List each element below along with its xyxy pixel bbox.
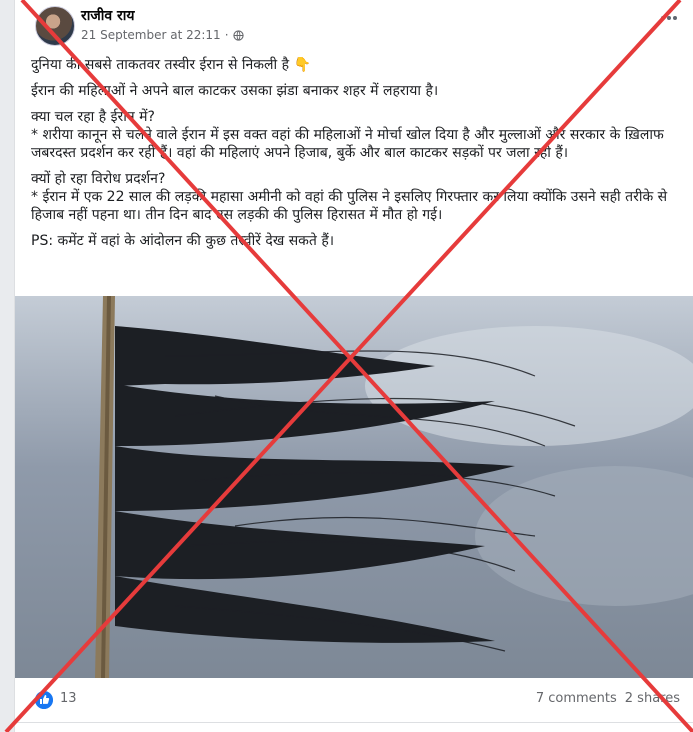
post-ps: PS: कमेंट में वहां के आंदोलन की कुछ तस्व…: [31, 233, 335, 249]
globe-icon: [232, 29, 244, 41]
post-body: दुनिया की सबसे ताकतवर तस्वीर ईरान से निक…: [31, 56, 681, 258]
post-line: ईरान की महिलाओं ने अपने बाल काटकर उसका झ…: [31, 83, 439, 99]
author-avatar[interactable]: [35, 6, 75, 46]
more-options-icon[interactable]: [658, 10, 680, 26]
post-timestamp[interactable]: 21 September at 22:11: [81, 28, 221, 42]
hair-flag-image: [15, 296, 693, 678]
engagement-stats: 7 comments 2 shares: [536, 691, 680, 706]
comments-count[interactable]: 7 comments: [536, 691, 617, 706]
shares-count[interactable]: 2 shares: [625, 691, 680, 706]
post-photo[interactable]: [15, 296, 693, 678]
like-reaction-icon[interactable]: [35, 691, 53, 709]
author-name[interactable]: राजीव राय: [81, 6, 135, 25]
post-paragraph: क्या चल रहा है ईरान में? * शरीया कानून स…: [31, 109, 664, 161]
post-paragraph: क्यों हो रहा विरोध प्रदर्शन? * ईरान में …: [31, 171, 668, 223]
post-footer: 13 7 comments 2 shares: [15, 678, 693, 723]
post-headline: दुनिया की सबसे ताकतवर तस्वीर ईरान से निक…: [31, 57, 311, 73]
post-meta: 21 September at 22:11 ·: [81, 28, 244, 42]
reaction-count[interactable]: 13: [60, 691, 77, 706]
post-card: राजीव राय 21 September at 22:11 · दुनिया…: [14, 0, 693, 732]
